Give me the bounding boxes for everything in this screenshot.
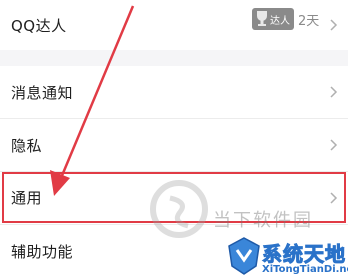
watermark-logo-icon <box>150 180 208 238</box>
brand-emblem-icon <box>228 237 260 275</box>
watermark-text: 当下软件园 <box>213 210 313 231</box>
brand-name: 系统天地 <box>262 242 346 267</box>
brand-url: XiTongTianDi.net <box>262 264 348 275</box>
brand-logo: 系统天地 XiTongTianDi.net <box>226 236 348 278</box>
